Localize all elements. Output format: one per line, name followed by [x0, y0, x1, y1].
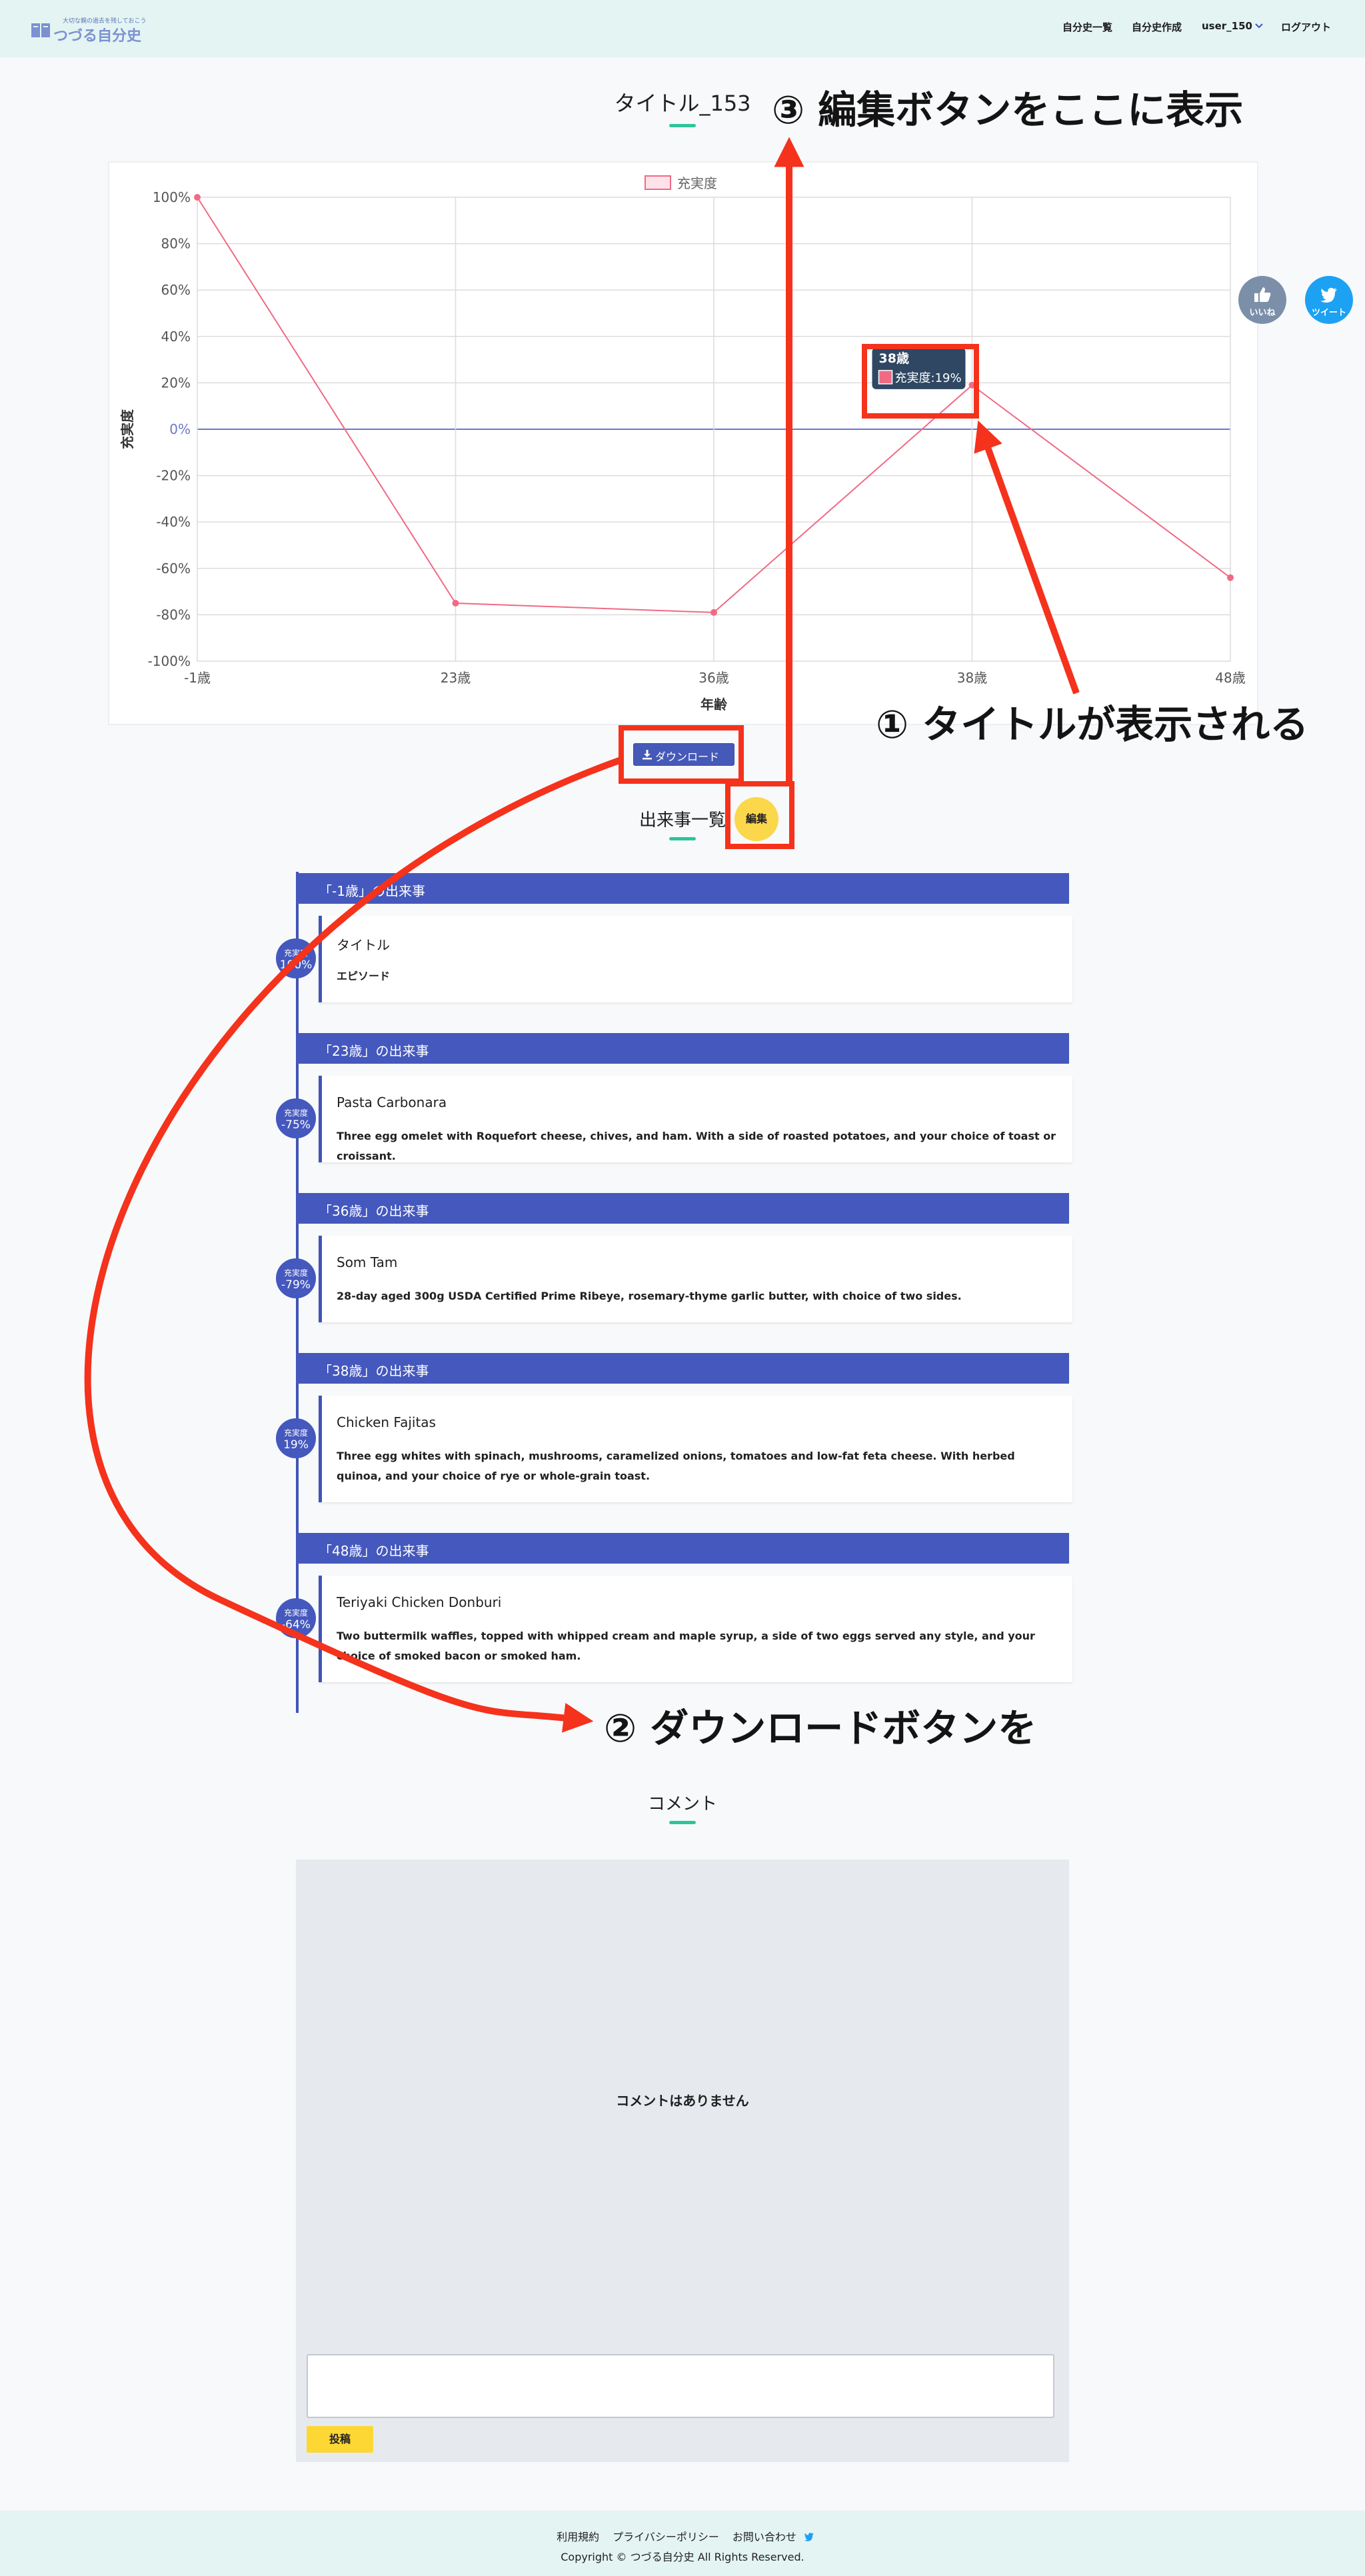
event-description: Three egg omelet with Roquefort cheese, …: [337, 1130, 1056, 1162]
like-label: いいね: [1249, 308, 1276, 318]
event-card: Chicken Fajitas Three egg whites with sp…: [319, 1396, 1072, 1502]
y-tick-label: 60%: [161, 282, 191, 298]
nav-user-menu[interactable]: user_150: [1202, 20, 1252, 32]
fulfillment-badge: 充実度 100%: [276, 938, 316, 978]
chart-card: 100% 80% 60% 40% 20% 0% -20% -40% -60% -80% -100% -…: [108, 161, 1258, 725]
event-header: 「-1歳」の出来事: [296, 873, 1069, 904]
event-title: Som Tam: [337, 1254, 398, 1270]
tweet-button[interactable]: ツイート: [1305, 276, 1353, 324]
comments-heading: コメント: [647, 1794, 717, 1814]
event-card: Pasta Carbonara Three egg omelet with Ro…: [319, 1076, 1072, 1162]
book-icon: [31, 23, 50, 37]
download-button[interactable]: ダウンロード: [633, 743, 734, 766]
x-tick-label: -1歳: [184, 670, 211, 686]
fulfillment-badge: 充実度 -79%: [276, 1258, 316, 1298]
event-card: タイトル エピソード: [319, 916, 1072, 1002]
data-point: [452, 600, 459, 607]
y-tick-label: -80%: [156, 607, 191, 623]
annotation-download: ② ダウンロードボタンを: [604, 1706, 1037, 1751]
y-tick-label: -20%: [156, 468, 191, 484]
like-button[interactable]: いいね: [1238, 276, 1286, 324]
no-comments-message: コメントはありません: [616, 2093, 749, 2109]
nav-logout[interactable]: ログアウト: [1281, 20, 1331, 34]
fulfillment-badge: 充実度 19%: [276, 1418, 316, 1458]
comments-panel: コメントはありません 投稿: [296, 1860, 1069, 2462]
event-description: 28-day aged 300g USDA Certified Prime Ri…: [337, 1290, 962, 1302]
y-tick-label: 100%: [153, 189, 191, 205]
event-description: Two buttermilk waffles, topped with whip…: [337, 1630, 1035, 1662]
tooltip-label: 充実度:19%: [895, 371, 962, 385]
site-header: 大切な親の過去を残しておこう つづる自分史 自分史一覧 自分史作成 user_1…: [0, 0, 1365, 57]
x-axis-label: 年齢: [700, 696, 728, 712]
y-tick-label: -60%: [156, 561, 191, 577]
tooltip-title: 38歳: [879, 351, 909, 366]
data-point: [710, 609, 717, 616]
fulfillment-badge: 充実度 -64%: [276, 1598, 316, 1638]
footer-links: 利用規約 プライバシーポリシー お問い合わせ: [0, 2528, 1365, 2544]
legend-label: 充実度: [677, 175, 717, 191]
x-tick-label: 23歳: [441, 670, 471, 686]
tweet-label: ツイート: [1311, 308, 1346, 318]
site-footer: 利用規約 プライバシーポリシー お問い合わせ Copyright © つづる自分史 …: [0, 2511, 1365, 2576]
data-point: [1227, 574, 1234, 581]
event-header: 「48歳」の出来事: [296, 1533, 1069, 1564]
x-tick-label: 38歳: [957, 670, 987, 686]
y-tick-label: 0%: [169, 421, 191, 437]
event-title: Teriyaki Chicken Donburi: [337, 1594, 502, 1610]
tooltip-swatch: [878, 370, 893, 385]
annotation-title: ① タイトルが表示される: [876, 702, 1309, 747]
footer-privacy-link[interactable]: プライバシーポリシー: [613, 2531, 719, 2543]
data-point: [968, 381, 976, 389]
edit-button[interactable]: 編集: [734, 797, 778, 841]
site-logo[interactable]: 大切な親の過去を残しておこう つづる自分史: [31, 15, 146, 45]
download-icon: [643, 750, 652, 760]
nav-create-history[interactable]: 自分史作成: [1132, 20, 1182, 34]
event-card: Som Tam 28-day aged 300g USDA Certified …: [319, 1236, 1072, 1322]
y-tick-label: 80%: [161, 236, 191, 252]
event-header: 「36歳」の出来事: [296, 1193, 1069, 1224]
event-description: エピソード: [337, 970, 391, 982]
twitter-bird-icon[interactable]: [803, 2531, 815, 2542]
footer-terms-link[interactable]: 利用規約: [557, 2531, 599, 2543]
event-title: Pasta Carbonara: [337, 1094, 447, 1110]
event-header: 「38歳」の出来事: [296, 1353, 1069, 1384]
comment-textarea[interactable]: [307, 2354, 1054, 2418]
download-label: ダウンロード: [655, 750, 720, 763]
chevron-down-icon[interactable]: [1254, 21, 1264, 31]
event-title: Chicken Fajitas: [337, 1414, 436, 1430]
footer-contact-link[interactable]: お問い合わせ: [732, 2531, 796, 2543]
y-tick-label: 20%: [161, 375, 191, 391]
y-axis-label: 充実度: [119, 409, 135, 449]
event-description: Three egg whites with spinach, mushrooms…: [337, 1450, 1015, 1482]
y-tick-label: 40%: [161, 329, 191, 345]
legend-swatch: [645, 175, 671, 190]
copyright-text: Copyright © つづる自分史 All Rights Reserved.: [561, 2551, 804, 2563]
logo-name: つづる自分史: [53, 28, 142, 45]
data-point: [194, 194, 201, 201]
event-title: タイトル: [337, 937, 390, 953]
x-tick-label: 36歳: [698, 670, 728, 686]
thumbs-up-icon: [1254, 287, 1271, 302]
twitter-bird-icon: [1320, 287, 1337, 303]
annotation-edit-button: ③ 編集ボタンをここに表示: [772, 87, 1244, 133]
y-tick-label: -100%: [148, 653, 191, 669]
event-header: 「23歳」の出来事: [296, 1033, 1069, 1064]
post-comment-button[interactable]: 投稿: [307, 2426, 373, 2453]
events-underline: [669, 837, 696, 840]
fulfillment-chart: 100% 80% 60% 40% 20% 0% -20% -40% -60% -80% -100%-…: [119, 175, 1246, 712]
y-tick-label: -40%: [156, 514, 191, 530]
comments-underline: [669, 1821, 696, 1824]
x-tick-label: 48歳: [1215, 670, 1245, 686]
event-card: Teriyaki Chicken Donburi Two buttermilk …: [319, 1576, 1072, 1682]
fulfillment-badge: 充実度 -75%: [276, 1098, 316, 1138]
title-underline: [669, 124, 696, 127]
nav-history-list[interactable]: 自分史一覧: [1062, 20, 1112, 34]
